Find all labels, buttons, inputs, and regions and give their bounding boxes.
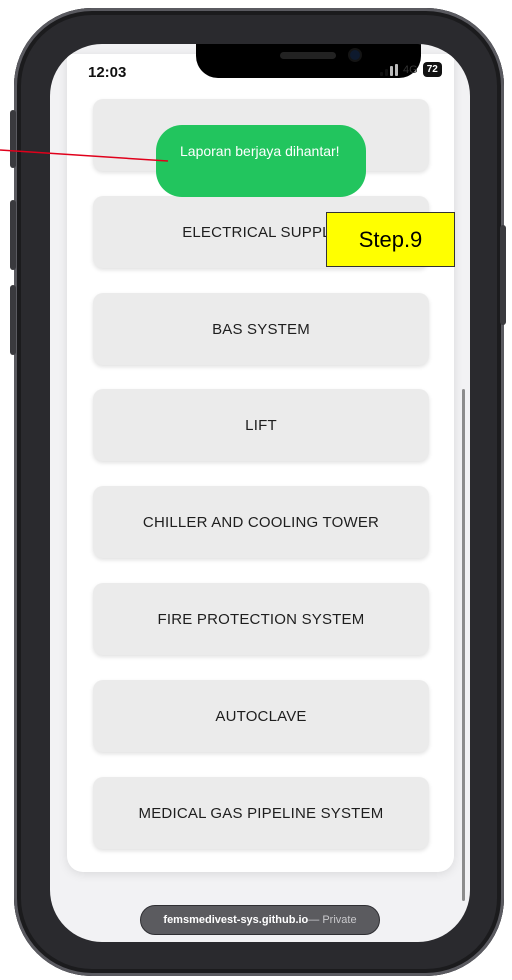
annotation-pointer-line <box>0 149 169 162</box>
step-annotation-label: Step.9 <box>326 212 455 267</box>
screenshot-stage: WATER SUPPLY SYSTEM ELECTRICAL SUPPLY BA… <box>0 0 512 980</box>
annotation-arrow-line <box>0 149 169 162</box>
